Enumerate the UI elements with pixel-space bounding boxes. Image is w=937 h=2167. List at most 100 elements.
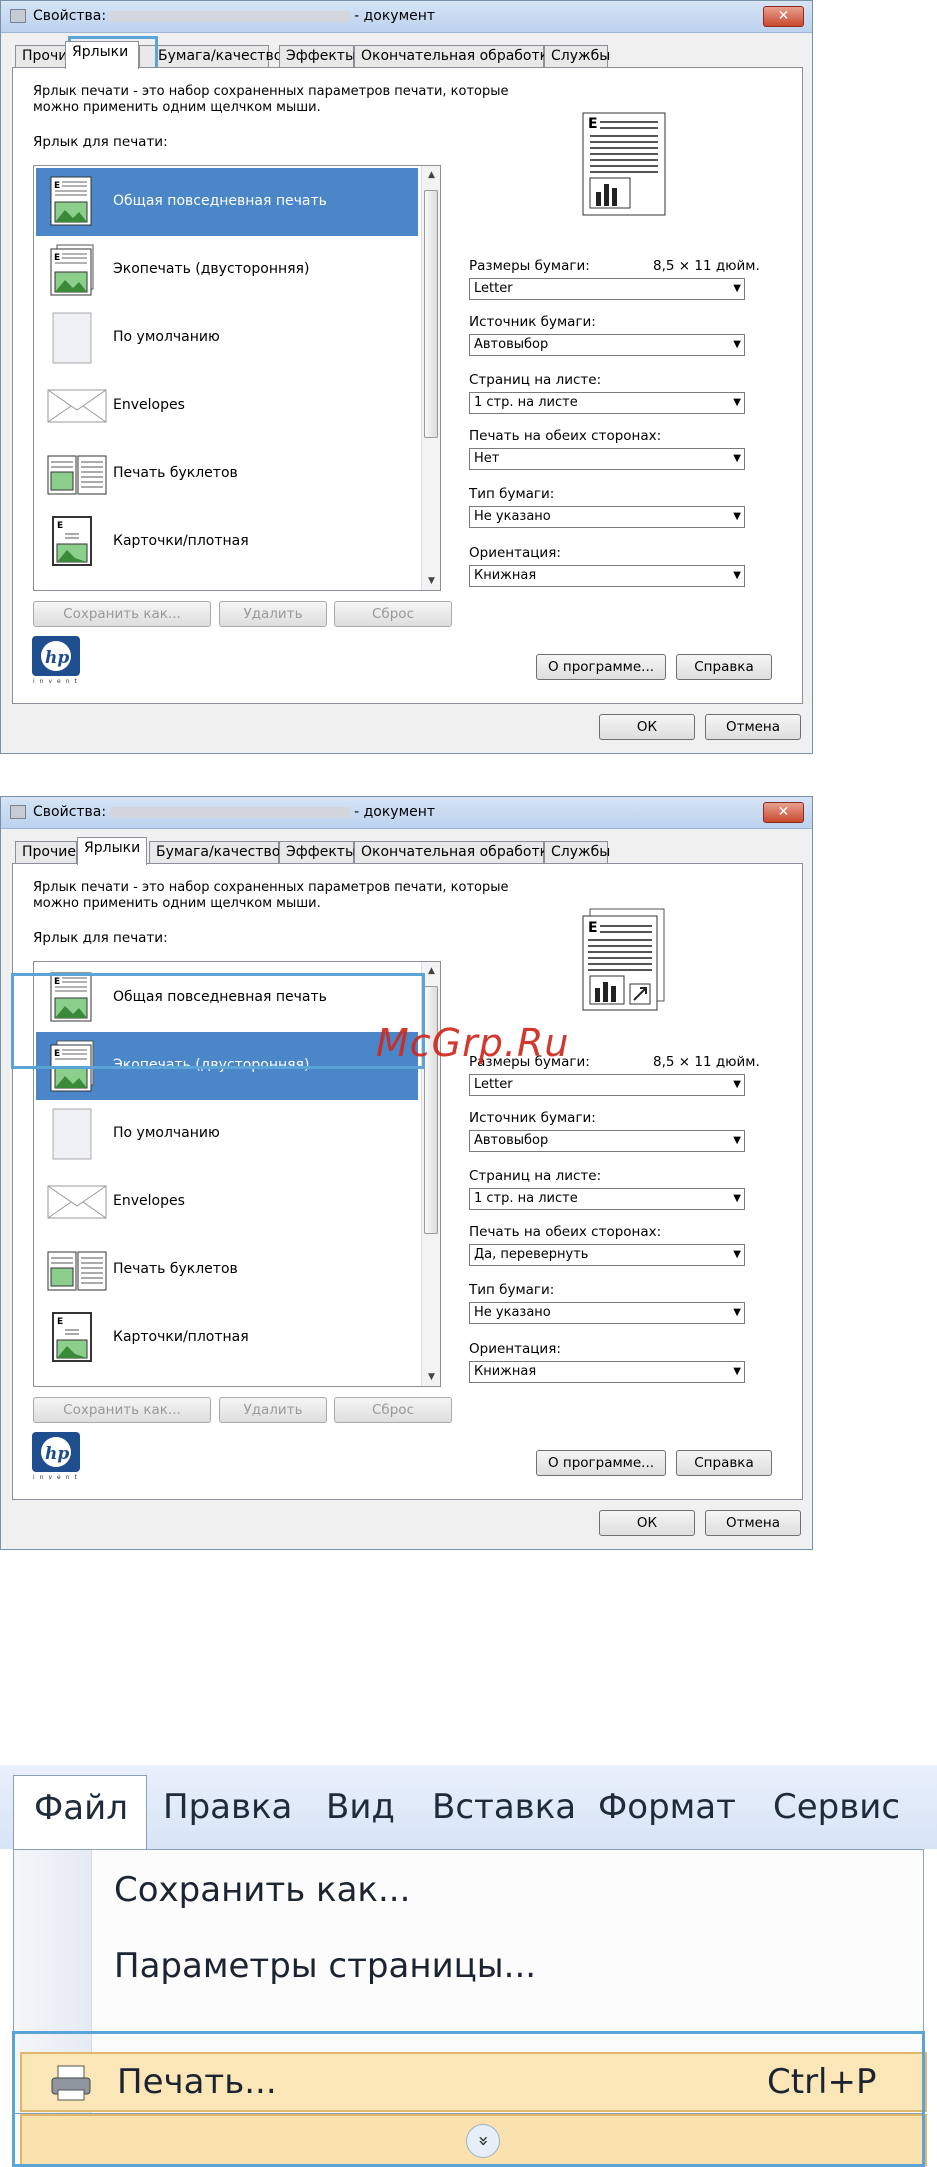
- paper-size-dimensions: 8,5 × 11 дюйм.: [653, 1054, 760, 1070]
- delete-button[interactable]: Удалить: [219, 601, 327, 627]
- list-item-cards[interactable]: E Карточки/плотная: [36, 508, 418, 576]
- save-as-button[interactable]: Сохранить как...: [33, 601, 211, 627]
- shortcuts-panel: Ярлык печати - это набор сохраненных пар…: [12, 863, 803, 1500]
- list-item-envelopes[interactable]: Envelopes: [36, 372, 418, 440]
- orientation-select[interactable]: Книжная ▼: [469, 1361, 745, 1383]
- menu-tools[interactable]: Сервис: [773, 1787, 900, 1827]
- svg-text:E: E: [57, 521, 63, 531]
- pages-per-sheet-select[interactable]: 1 стр. на листе ▼: [469, 1188, 745, 1210]
- watermark: McGrp.Ru: [376, 1021, 570, 1065]
- reset-button[interactable]: Сброс: [334, 601, 452, 627]
- tab-services[interactable]: Службы: [544, 841, 610, 864]
- duplex-select[interactable]: Да, перевернуть ▼: [469, 1244, 745, 1266]
- list-item-booklet[interactable]: Печать буклетов: [36, 440, 418, 508]
- dropdown-arrow-icon: ▼: [733, 1307, 741, 1318]
- tab-paper-quality[interactable]: Бумага/качество: [139, 45, 282, 68]
- tab-other[interactable]: Прочие: [15, 841, 77, 864]
- cardstock-icon: E: [47, 1312, 97, 1364]
- tab-shortcuts[interactable]: Ярлыки: [77, 837, 147, 865]
- booklet-icon: [47, 1244, 107, 1296]
- cancel-button[interactable]: Отмена: [705, 1510, 801, 1536]
- list-item-envelopes[interactable]: Envelopes: [36, 1168, 418, 1236]
- paper-source-select[interactable]: Автовыбор ▼: [469, 334, 745, 356]
- paper-size-select[interactable]: Letter ▼: [469, 278, 745, 300]
- dropdown-arrow-icon: ▼: [733, 1193, 741, 1204]
- tab-finishing[interactable]: Окончательная обработка: [354, 841, 557, 864]
- title-bar: Свойства: - документ ✕: [1, 797, 812, 829]
- list-item-label: Общая повседневная печать: [113, 193, 327, 209]
- scroll-thumb[interactable]: [424, 190, 438, 438]
- title-prefix: Свойства:: [33, 804, 107, 820]
- envelope-icon: [47, 380, 107, 432]
- dropdown-arrow-icon: ▼: [733, 1135, 741, 1146]
- list-scrollbar[interactable]: ▲ ▼: [421, 166, 440, 590]
- svg-text:E: E: [57, 1317, 63, 1327]
- intro-text: Ярлык печати - это набор сохраненных пар…: [33, 84, 509, 115]
- tab-effects[interactable]: Эффекты: [279, 841, 356, 864]
- tab-services[interactable]: Службы: [544, 45, 610, 68]
- svg-text:E: E: [54, 181, 60, 191]
- office-menu-screenshot: Файл Правка Вид Вставка Формат Сервис Со…: [0, 1765, 937, 2167]
- duplex-label: Печать на обеих сторонах:: [469, 428, 662, 444]
- scroll-down-icon[interactable]: ▼: [422, 572, 440, 590]
- scroll-up-icon[interactable]: ▲: [422, 166, 440, 184]
- paper-source-value: Автовыбор: [474, 337, 549, 352]
- save-as-button[interactable]: Сохранить как...: [33, 1397, 211, 1423]
- page-setup-item[interactable]: Параметры страницы...: [114, 1946, 536, 1986]
- dropdown-arrow-icon: ▼: [733, 570, 741, 581]
- tab-paper-quality[interactable]: Бумага/качество: [149, 841, 280, 864]
- menu-format[interactable]: Формат: [598, 1787, 736, 1827]
- menu-view[interactable]: Вид: [326, 1787, 395, 1827]
- paper-size-select[interactable]: Letter ▼: [469, 1074, 745, 1096]
- paper-source-label: Источник бумаги:: [469, 314, 596, 330]
- menu-file[interactable]: Файл: [13, 1775, 147, 1849]
- about-button[interactable]: О программе...: [536, 1450, 666, 1476]
- help-button[interactable]: Справка: [676, 1450, 772, 1476]
- dropdown-arrow-icon: ▼: [733, 283, 741, 294]
- list-item-default[interactable]: По умолчанию: [36, 1100, 418, 1168]
- save-as-item[interactable]: Сохранить как...: [114, 1870, 410, 1910]
- ok-button[interactable]: ОК: [599, 1510, 695, 1536]
- scroll-down-icon[interactable]: ▼: [422, 1368, 440, 1386]
- list-item-eco[interactable]: E Экопечать (двусторонняя): [36, 236, 418, 304]
- hp-logo-icon: hp: [32, 636, 80, 676]
- paper-type-select[interactable]: Не указано ▼: [469, 506, 745, 528]
- close-button[interactable]: ✕: [763, 802, 804, 823]
- list-item-default[interactable]: По умолчанию: [36, 304, 418, 372]
- cancel-button[interactable]: Отмена: [705, 714, 801, 740]
- list-item-label: Печать буклетов: [113, 1261, 238, 1277]
- paper-source-select[interactable]: Автовыбор ▼: [469, 1130, 745, 1152]
- duplex-select[interactable]: Нет ▼: [469, 448, 745, 470]
- pages-per-sheet-select[interactable]: 1 стр. на листе ▼: [469, 392, 745, 414]
- list-item-label: По умолчанию: [113, 329, 220, 345]
- pages-per-sheet-label: Страниц на листе:: [469, 372, 602, 388]
- ok-button[interactable]: ОК: [599, 714, 695, 740]
- menu-edit[interactable]: Правка: [163, 1787, 292, 1827]
- print-highlight-frame: [12, 2031, 925, 2167]
- paper-type-select[interactable]: Не указано ▼: [469, 1302, 745, 1324]
- about-button[interactable]: О программе...: [536, 654, 666, 680]
- help-button[interactable]: Справка: [676, 654, 772, 680]
- tab-other[interactable]: Прочие: [15, 45, 76, 68]
- title-suffix: - документ: [354, 8, 436, 24]
- svg-text:E: E: [588, 116, 598, 132]
- tab-effects[interactable]: Эффекты: [279, 45, 356, 68]
- shortcut-list[interactable]: E Общая повседневная печать E Экопечать …: [33, 165, 441, 591]
- list-item-everyday[interactable]: E Общая повседневная печать: [36, 168, 418, 236]
- tab-shortcuts[interactable]: Ярлыки: [65, 41, 139, 69]
- delete-button[interactable]: Удалить: [219, 1397, 327, 1423]
- reset-button[interactable]: Сброс: [334, 1397, 452, 1423]
- title-bar: Свойства: - документ ✕: [1, 1, 812, 33]
- title-prefix: Свойства:: [33, 8, 107, 24]
- dropdown-arrow-icon: ▼: [733, 453, 741, 464]
- list-item-booklet[interactable]: Печать буклетов: [36, 1236, 418, 1304]
- menu-insert[interactable]: Вставка: [432, 1787, 576, 1827]
- close-button[interactable]: ✕: [763, 6, 804, 27]
- orientation-select[interactable]: Книжная ▼: [469, 565, 745, 587]
- page-preview-icon: E: [582, 112, 666, 216]
- hp-invent-text: invent: [33, 678, 82, 685]
- tab-finishing[interactable]: Окончательная обработка: [354, 45, 557, 68]
- list-label: Ярлык для печати:: [33, 134, 168, 150]
- list-item-cards[interactable]: E Карточки/плотная: [36, 1304, 418, 1372]
- svg-text:hp: hp: [45, 1444, 69, 1464]
